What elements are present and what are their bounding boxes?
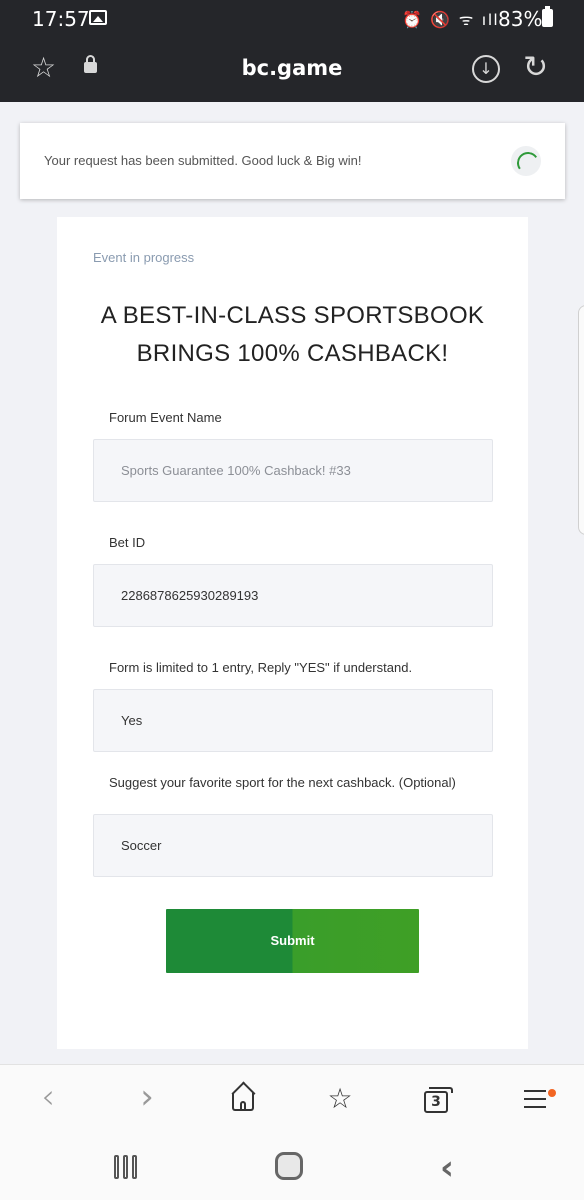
clock: 17:57 [32,7,90,31]
bet-id-field[interactable]: 2286878625930289193 [93,564,493,627]
notification-dot [548,1089,556,1097]
download-icon[interactable]: ↓ [472,55,500,83]
entry-confirm-field[interactable]: Yes [93,689,493,752]
bookmarks-icon[interactable]: ☆ [320,1077,360,1121]
system-status-icons: ⏰ 🔇 ᯤ ıll [402,12,500,29]
forward-icon[interactable]: › [127,1077,167,1121]
loading-spinner-icon [511,146,541,176]
entry-confirm-label: Form is limited to 1 entry, Reply "YES" … [109,660,413,675]
recent-apps-icon[interactable] [114,1155,138,1179]
status-bar: 17:57 ⏰ 🔇 ᯤ ıll 83% [0,0,584,36]
system-home-icon[interactable] [275,1152,303,1180]
home-icon[interactable] [223,1077,263,1121]
favorite-sport-field[interactable]: Soccer [93,814,493,877]
bet-id-label: Bet ID [109,535,146,550]
tab-count: 3 [424,1087,453,1113]
battery-percentage: 83% [498,7,543,31]
event-form-card: Event in progress A BEST-IN-CLASS SPORTS… [57,217,528,1049]
submit-button[interactable]: Submit [166,909,419,973]
system-nav-bar: ‹ [0,1134,584,1200]
system-back-icon[interactable]: ‹ [440,1148,454,1188]
battery-icon [542,6,553,27]
gallery-notification-icon [89,10,107,25]
back-icon[interactable]: ‹ [28,1077,68,1121]
toast-message: Your request has been submitted. Good lu… [44,153,362,168]
page-title: A BEST-IN-CLASS SPORTSBOOK BRINGS 100% C… [57,297,528,373]
headline-line-2: BRINGS 100% CASHBACK! [136,340,449,367]
favorite-sport-label: Suggest your favorite sport for the next… [109,775,456,790]
forum-event-name-label: Forum Event Name [109,410,222,425]
forum-event-name-field[interactable]: Sports Guarantee 100% Cashback! #33 [93,439,493,502]
headline-line-1: A BEST-IN-CLASS SPORTSBOOK [100,302,485,329]
edge-panel-handle[interactable] [578,305,584,535]
tabs-button[interactable]: 3 [417,1077,457,1121]
submission-toast: Your request has been submitted. Good lu… [20,123,565,199]
browser-toolbar: ☆ bc.game ↓ ↻ [0,36,584,102]
event-status: Event in progress [93,250,195,265]
reload-icon[interactable]: ↻ [523,52,548,84]
menu-icon[interactable] [514,1077,556,1121]
browser-bottom-nav: ‹ › ☆ 3 [0,1064,584,1134]
